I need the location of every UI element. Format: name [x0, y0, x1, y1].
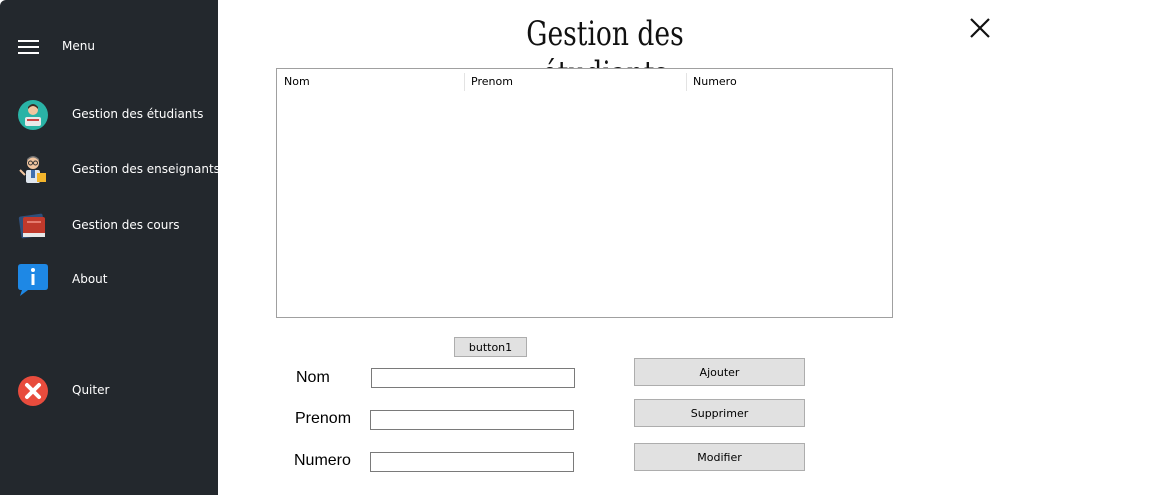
column-header-nom[interactable]: Nom [277, 69, 464, 93]
numero-input[interactable] [371, 455, 573, 473]
quit-icon [18, 376, 48, 406]
nom-label: Nom [296, 369, 330, 386]
prenom-field[interactable] [370, 410, 574, 431]
numero-field[interactable] [370, 452, 574, 473]
add-button[interactable]: Ajouter [634, 358, 805, 386]
sidebar-item-label: About [72, 272, 108, 286]
sidebar-item-teachers[interactable]: Gestion des enseignants [0, 149, 220, 189]
sidebar-item-students[interactable]: Gestion des étudiants [0, 94, 218, 134]
sidebar-item-label: Gestion des enseignants [72, 162, 220, 176]
sidebar-item-courses[interactable]: Gestion des cours [0, 205, 218, 245]
close-icon[interactable] [966, 14, 994, 42]
prenom-label: Prenom [295, 410, 352, 427]
column-header-prenom[interactable]: Prenom [464, 69, 686, 93]
student-icon [18, 100, 48, 130]
sidebar-item-label: Gestion des étudiants [72, 107, 204, 121]
sidebar-item-quit[interactable]: Quiter [0, 370, 218, 410]
books-icon [18, 213, 46, 239]
prenom-input[interactable] [371, 413, 573, 431]
edit-button[interactable]: Modifier [634, 443, 805, 471]
sidebar-item-label: Quiter [72, 383, 110, 397]
nom-field[interactable] [371, 368, 575, 389]
numero-label: Numero [294, 452, 351, 469]
teacher-icon [19, 156, 46, 183]
sidebar-item-about[interactable]: About [0, 259, 218, 299]
hamburger-icon[interactable] [18, 40, 39, 54]
button1[interactable]: button1 [454, 337, 527, 357]
nom-input[interactable] [372, 371, 574, 389]
delete-button[interactable]: Supprimer [634, 399, 805, 427]
menu-toggle[interactable]: Menu [0, 30, 218, 64]
column-header-numero[interactable]: Numero [686, 69, 886, 93]
students-table[interactable]: Nom Prenom Numero [276, 68, 893, 318]
sidebar-item-label: Gestion des cours [72, 218, 180, 232]
info-icon [18, 264, 48, 296]
sidebar: Menu Gestion des étudiants Gestion des e… [0, 0, 220, 495]
menu-label: Menu [62, 39, 95, 53]
